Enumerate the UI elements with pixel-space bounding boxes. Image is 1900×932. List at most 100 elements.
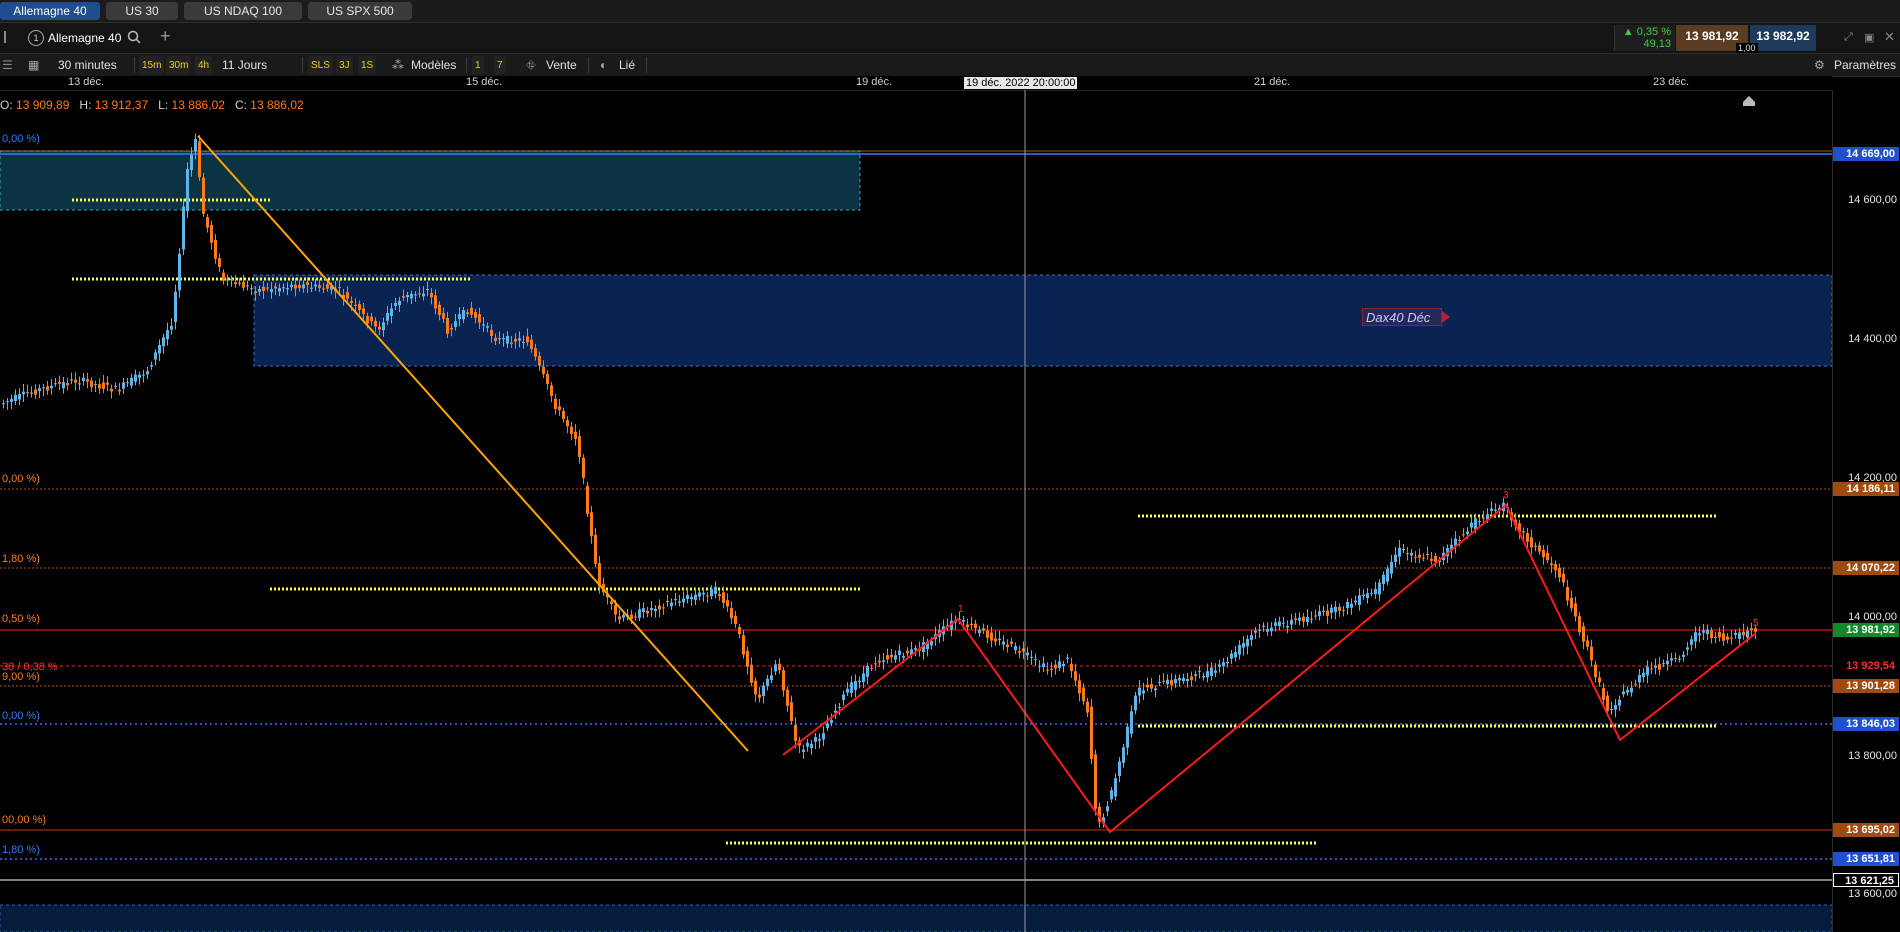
- close-icon[interactable]: ✕: [1884, 29, 1895, 45]
- home-icon[interactable]: [1743, 96, 1755, 106]
- candle-body: [710, 588, 713, 597]
- candle-body: [470, 307, 473, 315]
- candle-body: [618, 616, 621, 620]
- wave-label: 5: [1753, 618, 1759, 629]
- candle-body: [1382, 574, 1385, 585]
- btn-sls[interactable]: SLS: [308, 56, 333, 74]
- candle-body: [1526, 533, 1529, 542]
- popout-icon[interactable]: ⤢: [1844, 31, 1853, 44]
- candle-body: [294, 284, 297, 289]
- range-select[interactable]: 11 Jours: [222, 56, 267, 74]
- candle-body: [214, 239, 217, 259]
- linked-button[interactable]: Lié: [619, 56, 635, 74]
- candle-body: [1118, 761, 1121, 776]
- window-icon[interactable]: ▣: [1864, 31, 1874, 44]
- price-tag-white: 13 621,25: [1833, 873, 1899, 887]
- candle-body: [282, 287, 285, 289]
- candle-body: [1078, 680, 1081, 694]
- timeframe-select[interactable]: 30 minutes: [58, 56, 117, 74]
- btn-1[interactable]: 1: [472, 56, 484, 74]
- date-label: 23 déc.: [1652, 76, 1690, 88]
- list-icon[interactable]: ☰: [2, 56, 13, 74]
- btn-1s[interactable]: 1S: [358, 56, 377, 74]
- candle-body: [702, 592, 705, 595]
- gear-icon[interactable]: ⚙: [1814, 56, 1825, 74]
- candle-body: [1682, 654, 1685, 658]
- price-tag-current: 13 981,92: [1833, 623, 1899, 637]
- candle-body: [1562, 573, 1565, 583]
- candle-body: [1278, 621, 1281, 627]
- candle-body: [570, 426, 573, 434]
- tab-allemagne-40[interactable]: Allemagne 40: [0, 2, 100, 20]
- tab-us-ndaq-100[interactable]: US NDAQ 100: [184, 2, 302, 20]
- candle-body: [758, 694, 761, 698]
- sell-button[interactable]: Vente: [546, 56, 577, 74]
- candle-body: [190, 154, 193, 171]
- candle-body: [10, 399, 13, 402]
- candle-body: [1470, 522, 1473, 528]
- ohlc-readout: O: 13 909,89 H: 13 912,37 L: 13 886,02 C…: [0, 98, 304, 112]
- settings-button[interactable]: Paramètres: [1834, 56, 1896, 74]
- btn-30m[interactable]: 30m: [166, 56, 192, 74]
- menu-icon[interactable]: [4, 31, 16, 43]
- candle-body: [86, 379, 89, 382]
- wave-label: 1: [958, 604, 964, 615]
- candle-body: [1642, 672, 1645, 678]
- candle-body: [1710, 630, 1713, 639]
- candle-body: [990, 632, 993, 641]
- search-icon[interactable]: [127, 30, 141, 44]
- info-icon[interactable]: 1: [28, 30, 44, 46]
- add-tab-icon[interactable]: +: [160, 26, 171, 47]
- candle-body: [1350, 603, 1353, 608]
- candle-body: [1394, 554, 1397, 562]
- btn-3j[interactable]: 3J: [336, 56, 353, 74]
- candle-body: [42, 387, 45, 389]
- price-chart[interactable]: 1 3 5: [0, 90, 1832, 932]
- candle-body: [890, 654, 893, 658]
- candle-body: [1734, 632, 1737, 635]
- chart-annotation[interactable]: Dax40 Déc: [1362, 308, 1450, 326]
- btn-4h[interactable]: 4h: [195, 56, 213, 74]
- candle-body: [782, 670, 785, 691]
- candle-body: [810, 743, 813, 749]
- candle-body: [1530, 537, 1533, 548]
- candle-body: [1210, 667, 1213, 676]
- candle-body: [358, 304, 361, 310]
- price-label: 14 600,00: [1848, 194, 1897, 206]
- candle-body: [1170, 680, 1173, 685]
- change-pct: ▲ 0,35 %: [1622, 26, 1671, 38]
- tab-us-spx-500[interactable]: US SPX 500: [308, 2, 412, 20]
- candle-body: [1702, 630, 1705, 633]
- candle-body: [1406, 553, 1409, 555]
- candle-body: [242, 281, 245, 288]
- buy-price-button[interactable]: 13 982,92: [1750, 25, 1816, 51]
- tab-us-30[interactable]: US 30: [106, 2, 178, 20]
- candle-body: [1338, 606, 1341, 611]
- candle-body: [254, 291, 257, 294]
- btn-15m[interactable]: 15m: [139, 56, 165, 74]
- fib-label: 0,00 %): [2, 473, 40, 485]
- candle-body: [394, 302, 397, 306]
- candle-body: [1018, 651, 1021, 653]
- candle-body: [1014, 646, 1017, 651]
- candle-body: [286, 288, 289, 290]
- candle-body: [982, 628, 985, 631]
- candle-body: [1738, 632, 1741, 639]
- candle-body: [814, 737, 817, 742]
- candle-body: [802, 749, 805, 752]
- chart-toolbar: ☰ ▦ 30 minutes 15m 30m 4h 11 Jours SLS 3…: [0, 54, 1900, 77]
- candle-body: [582, 457, 585, 479]
- candle-body: [1590, 646, 1593, 661]
- price-axis: 14 600,00 14 400,00 14 200,00 14 000,00 …: [1832, 90, 1900, 932]
- models-menu[interactable]: Modèles: [411, 56, 456, 74]
- candle-body: [1314, 615, 1317, 617]
- candle-body: [278, 288, 281, 292]
- btn-7[interactable]: 7: [494, 56, 506, 74]
- candle-body: [1522, 531, 1525, 533]
- layout-grid-icon[interactable]: ▦: [28, 56, 39, 74]
- candle-body: [1242, 643, 1245, 648]
- fib-label: 9,00 %): [2, 671, 40, 683]
- candle-body: [1690, 639, 1693, 645]
- candle-body: [338, 287, 341, 289]
- candle-body: [274, 286, 277, 289]
